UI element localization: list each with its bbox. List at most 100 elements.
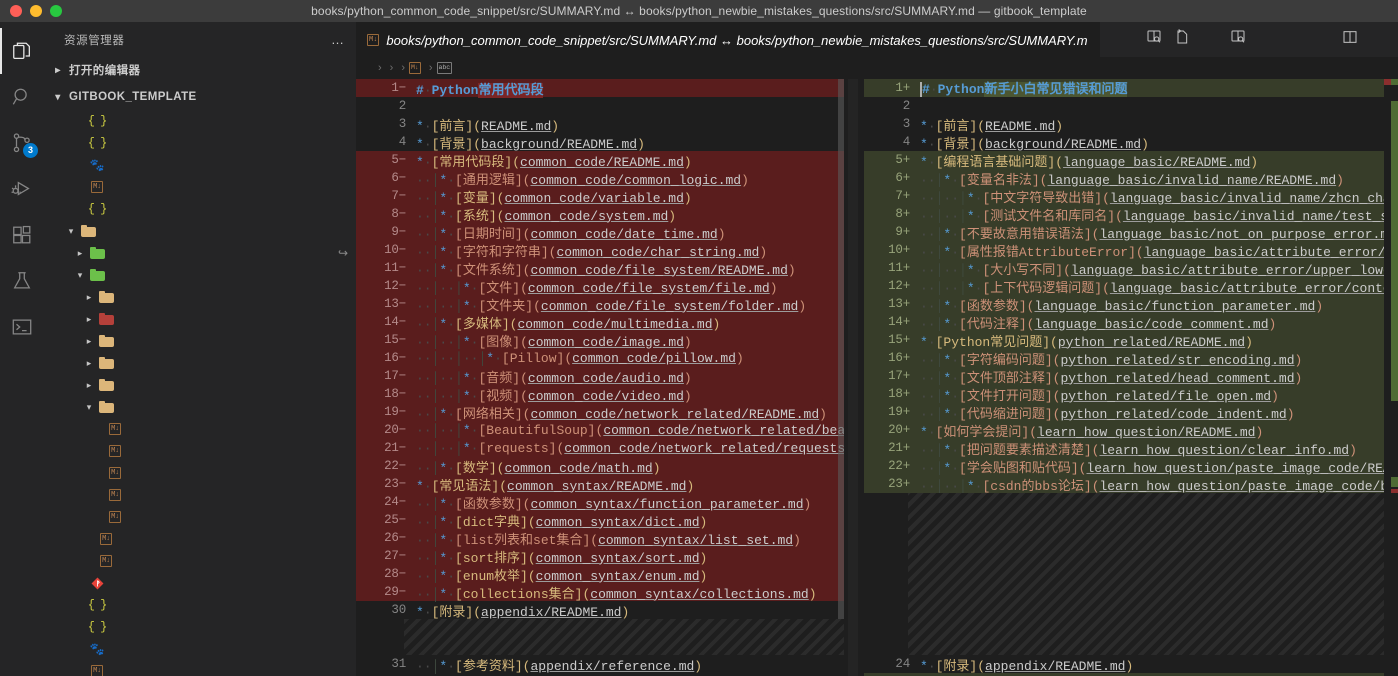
diff-line[interactable]: 16− ··│··│··│*·[Pillow](common_code/pillo… — [356, 349, 844, 367]
link-target[interactable]: common_code/multimedia.md — [517, 317, 712, 332]
tab-summary-diff[interactable]: M↓ books/python_common_code_snippet/src/… — [356, 22, 1100, 57]
diff-line[interactable]: 21+ ··│*·[把问题要素描述清楚](learn_how_question/c… — [864, 439, 1398, 458]
diff-line[interactable]: 2 — [864, 97, 1398, 115]
line-content[interactable]: ··│*·[通用逻辑](common_code/common_logic.md) — [410, 169, 844, 188]
diff-line[interactable]: 17+ ··│*·[文件顶部注释](python_related/head_com… — [864, 367, 1398, 386]
diff-line[interactable]: 5− *·[常用代码段](common_code/README.md) — [356, 151, 844, 170]
breadcrumb[interactable]: › › › M↓ › abc — [356, 57, 1398, 79]
tree-item[interactable]: M↓ — [44, 506, 356, 528]
link-target[interactable]: language_basic/invalid_name/zhcn_char.md — [1110, 191, 1398, 206]
diff-line[interactable]: 3 *·[前言](README.md) — [864, 115, 1398, 134]
line-content[interactable]: ··│··│*·[音频](common_code/audio.md) — [410, 367, 844, 386]
open-preview-button[interactable] — [1140, 22, 1168, 57]
toggle-whitespace-button[interactable] — [1308, 22, 1336, 57]
line-content[interactable]: ··│··│*·[视频](common_code/video.md) — [410, 385, 844, 404]
link-target[interactable]: README.md — [985, 119, 1055, 134]
link-target[interactable]: language_basic/README.md — [1063, 155, 1250, 170]
diff-line[interactable]: 19+ ··│*·[代码缩进问题](python_related/code_ind… — [864, 403, 1398, 422]
activity-bar[interactable]: 3 — [0, 22, 44, 676]
line-content[interactable]: ··│*·[文件系统](common_code/file_system/READ… — [410, 259, 844, 278]
line-content[interactable]: *·[背景](background/README.md) — [914, 133, 1398, 152]
diff-line[interactable]: 24 *·[附录](appendix/README.md) — [864, 655, 1398, 674]
chevron-right-icon[interactable]: ▸ — [82, 336, 96, 347]
open-preview-side-button[interactable] — [1224, 22, 1252, 57]
line-content[interactable]: ··│··│*·[requests](common_code/network_r… — [410, 441, 844, 456]
activity-run-debug[interactable] — [0, 166, 44, 212]
line-content[interactable]: ··│*·[enum枚举](common_syntax/enum.md) — [410, 565, 844, 584]
workspace-section[interactable]: ▾ GITBOOK_TEMPLATE — [44, 84, 356, 111]
diff-line[interactable]: 19− ··│*·[网络相关](common_code/network_relat… — [356, 403, 844, 422]
line-content[interactable]: *·[前言](README.md) — [914, 115, 1398, 134]
diff-line[interactable]: 14− ··│*·[多媒体](common_code/multimedia.md) — [356, 313, 844, 332]
diff-line[interactable]: 10− ··│*·[字符和字符串](common_code/char_string… — [356, 241, 844, 260]
link-target[interactable]: common_code/common_logic.md — [530, 173, 741, 188]
tree-item[interactable]: { } — [44, 616, 356, 638]
link-target[interactable]: common_syntax/sort.md — [536, 551, 700, 566]
activity-testing[interactable] — [0, 258, 44, 304]
line-content[interactable]: *·[前言](README.md) — [410, 115, 844, 134]
line-content[interactable]: ··│*·[系统](common_code/system.md) — [410, 205, 844, 224]
diff-line[interactable]: 23− *·[常见语法](common_syntax/README.md) — [356, 475, 844, 494]
diff-line[interactable]: 22+ ··│*·[学会贴图和贴代码](learn_how_question/pa… — [864, 457, 1398, 476]
line-content[interactable]: ··│*·[字符编码问题](python_related/str_encodin… — [914, 349, 1398, 368]
tree-item[interactable]: 🐾 — [44, 638, 356, 660]
diff-original-pane[interactable]: 1− #·Python常用代码段 2 3 *·[前言](README.md) 4 *·[背景… — [356, 79, 844, 676]
diff-line[interactable]: 6+ ··│*·[变量名非法](language_basic/invalid_na… — [864, 169, 1398, 188]
link-target[interactable]: language_basic/attribute_error/READ — [1144, 245, 1398, 260]
line-content[interactable]: ··│*·[日期时间](common_code/date_time.md) — [410, 223, 844, 242]
link-target[interactable]: python_related/file_open.md — [1060, 389, 1271, 404]
diff-line[interactable]: 10+ ··│*·[属性报错AttributeError](language_ba… — [864, 241, 1398, 260]
link-target[interactable]: language_basic/attribute_error/context_l… — [1110, 281, 1398, 296]
link-target[interactable]: language_basic/function_parameter.md — [1034, 299, 1315, 314]
link-target[interactable]: background/README.md — [481, 137, 637, 152]
tree-item[interactable]: M↓ — [44, 176, 356, 198]
line-content[interactable]: ··│··│*·[大小写不同](language_basic/attribute… — [914, 259, 1398, 278]
diff-line[interactable]: 9+ ··│*·[不要故意用错误语法](language_basic/not_on… — [864, 223, 1398, 242]
line-content[interactable]: ··│*·[学会贴图和贴代码](learn_how_question/paste… — [914, 457, 1398, 476]
tree-item[interactable]: ▸ — [44, 352, 356, 374]
tree-item[interactable]: M↓ — [44, 484, 356, 506]
line-content[interactable]: ··│*·[文件顶部注释](python_related/head_commen… — [914, 367, 1398, 386]
window-controls[interactable] — [0, 5, 62, 17]
tree-item[interactable]: M↓ — [44, 462, 356, 484]
line-content[interactable]: ··│··│*·[测试文件名和库同名](language_basic/inval… — [914, 205, 1398, 224]
line-content[interactable]: ··│*·[变量名非法](language_basic/invalid_name… — [914, 169, 1398, 188]
link-target[interactable]: python_related/head_comment.md — [1060, 371, 1294, 386]
link-target[interactable]: common_code/file_system/README.md — [530, 263, 787, 278]
maximize-window-button[interactable] — [50, 5, 62, 17]
link-target[interactable]: common_code/video.md — [528, 389, 684, 404]
line-content[interactable]: ··│*·[函数参数](language_basic/function_para… — [914, 295, 1398, 314]
line-content[interactable]: ··│*·[不要故意用错误语法](language_basic/not_on_p… — [914, 223, 1398, 242]
diff-line[interactable]: 4 *·[背景](background/README.md) — [864, 133, 1398, 152]
overview-ruler[interactable] — [1384, 79, 1398, 676]
link-target[interactable]: common_code/network_related/beautifulSou… — [603, 423, 844, 438]
link-target[interactable]: learn_how_question/paste_image_code/READ… — [1086, 461, 1398, 476]
diff-line[interactable]: 7− ··│*·[变量](common_code/variable.md) — [356, 187, 844, 206]
diff-line[interactable]: 29− ··│*·[collections集合](common_syntax/co… — [356, 583, 844, 602]
diff-line[interactable]: 31 ··│*·[参考资料](appendix/reference.md) — [356, 655, 844, 674]
tree-item[interactable]: { } — [44, 110, 356, 132]
link-target[interactable]: language_basic/invalid_name/README.md — [1047, 173, 1336, 188]
line-content[interactable]: #·Python常用代码段 — [410, 79, 844, 98]
tree-item[interactable] — [44, 572, 356, 594]
link-target[interactable]: common_syntax/list_set.md — [598, 533, 793, 548]
line-content[interactable]: ··│*·[代码注释](language_basic/code_comment.… — [914, 313, 1398, 332]
file-tree[interactable]: { }{ } 🐾 M↓{ } ▾ ▸ ↪ ▾ ▸ ▸ ▸ ▸ ▸ ▾ M↓ M↓ M↓ M↓ M↓ M↓ M↓{ }{… — [44, 110, 356, 676]
link-target[interactable]: README.md — [481, 119, 551, 134]
diff-line[interactable]: 17− ··│··│*·[音频](common_code/audio.md) — [356, 367, 844, 386]
diff-line[interactable]: 5+ *·[编程语言基础问题](language_basic/README.md) — [864, 151, 1398, 170]
diff-line[interactable]: 6− ··│*·[通用逻辑](common_code/common_logic.m… — [356, 169, 844, 188]
link-target[interactable]: learn_how_question/README.md — [1037, 425, 1255, 440]
diff-line[interactable]: 11− ··│*·[文件系统](common_code/file_system/R… — [356, 259, 844, 278]
open-changes-button[interactable] — [1168, 22, 1196, 57]
tree-item[interactable]: M↓ — [44, 550, 356, 572]
diff-line[interactable]: 22− ··│*·[数学](common_code/math.md) — [356, 457, 844, 476]
link-target[interactable]: language_basic/attribute_error/upper_low… — [1071, 263, 1398, 278]
link-target[interactable]: common_code/network_related/requests.md — [564, 441, 844, 456]
chevron-right-icon[interactable]: ▸ — [73, 248, 87, 259]
diff-line[interactable]: 7+ ··│··│*·[中文字符导致出错](language_basic/inva… — [864, 187, 1398, 206]
line-content[interactable]: ··│··│*·[BeautifulSoup](common_code/netw… — [410, 423, 844, 438]
tree-item[interactable]: ▾ — [44, 220, 356, 242]
link-target[interactable]: python_related/code_indent.md — [1060, 407, 1286, 422]
line-content[interactable]: ··│··│*·[中文字符导致出错](language_basic/invali… — [914, 187, 1398, 206]
